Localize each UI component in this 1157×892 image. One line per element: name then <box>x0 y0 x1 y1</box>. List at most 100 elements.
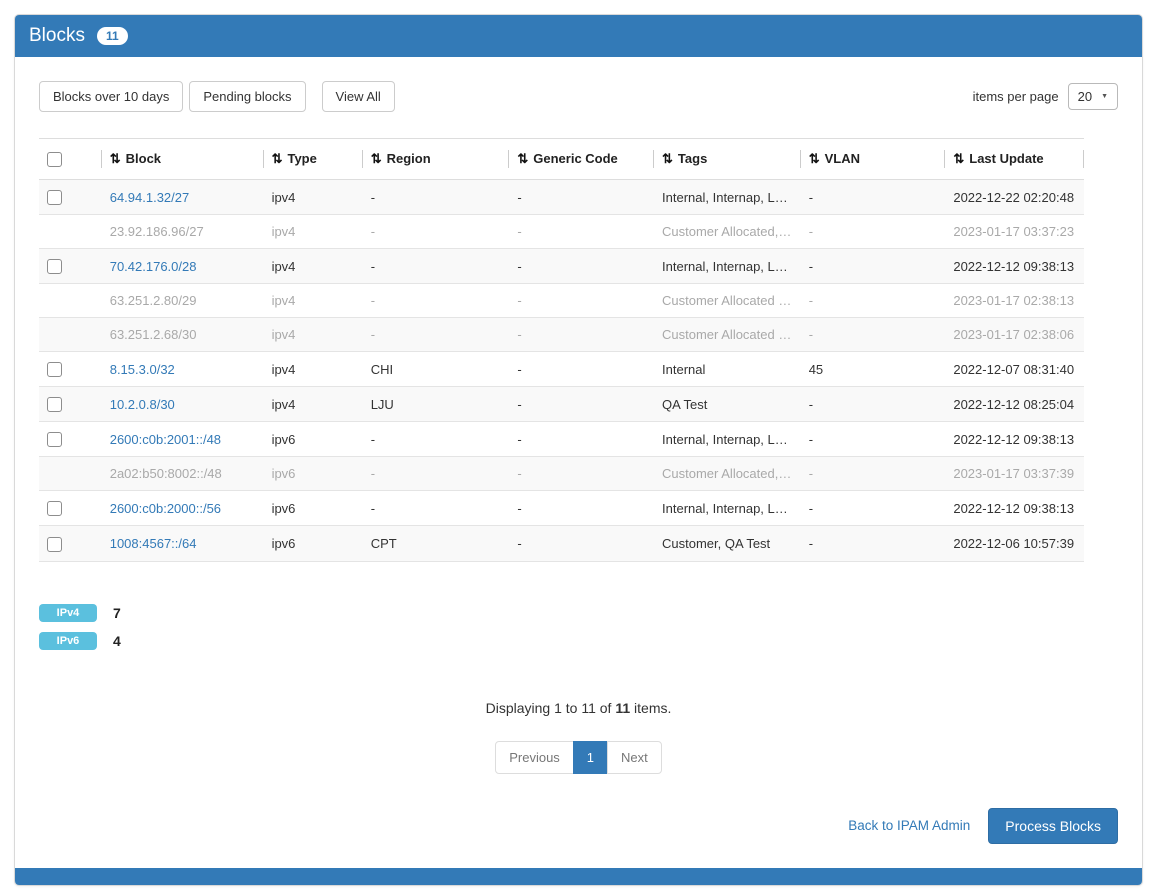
back-to-ipam-admin-link[interactable]: Back to IPAM Admin <box>848 818 970 833</box>
pending-blocks-button[interactable]: Pending blocks <box>189 81 305 112</box>
type-cell: ipv4 <box>264 284 363 318</box>
generic-code-cell: - <box>509 318 654 352</box>
generic-code-cell: - <box>509 422 654 457</box>
region-cell: - <box>363 457 510 491</box>
row-checkbox-cell <box>39 526 102 561</box>
sort-icon: ⇅ <box>809 151 820 166</box>
view-all-button[interactable]: View All <box>322 81 395 112</box>
column-header-tags[interactable]: ⇅Tags <box>654 139 801 180</box>
last-update-cell: 2023-01-17 03:37:39 <box>945 457 1084 491</box>
tags-cell: Internal <box>654 352 801 387</box>
block-cell: 70.42.176.0/28 <box>102 249 264 284</box>
region-cell: CHI <box>363 352 510 387</box>
page-1-button[interactable]: 1 <box>573 741 608 774</box>
block-link[interactable]: 8.15.3.0/32 <box>110 362 175 377</box>
display-info-prefix: Displaying 1 to 11 of <box>486 700 612 716</box>
items-per-page-label: items per page <box>973 89 1059 104</box>
type-cell: ipv4 <box>264 387 363 422</box>
ipv4-summary-row: IPv4 7 <box>39 604 1118 622</box>
block-link[interactable]: 2600:c0b:2000::/56 <box>110 501 221 516</box>
row-checkbox[interactable] <box>47 537 62 552</box>
row-checkbox[interactable] <box>47 259 62 274</box>
row-checkbox[interactable] <box>47 190 62 205</box>
generic-code-cell: - <box>509 457 654 491</box>
sort-icon: ⇅ <box>272 151 283 166</box>
last-update-cell: 2023-01-17 02:38:13 <box>945 284 1084 318</box>
column-header-block[interactable]: ⇅Block <box>102 139 264 180</box>
vlan-cell: - <box>801 215 946 249</box>
row-checkbox-cell <box>39 180 102 215</box>
select-all-header-cell <box>39 139 102 180</box>
row-checkbox-cell <box>39 491 102 526</box>
display-info-total: 11 <box>615 700 630 716</box>
footer-actions: Back to IPAM Admin Process Blocks <box>39 808 1118 844</box>
table-row: 1008:4567::/64ipv6CPT-Customer, QA Test-… <box>39 526 1084 561</box>
table-row: 63.251.2.68/30ipv4--Customer Allocated I… <box>39 318 1084 352</box>
caret-down-icon: ▼ <box>1101 93 1108 100</box>
table-row: 70.42.176.0/28ipv4--Internal, Internap, … <box>39 249 1084 284</box>
column-header-region[interactable]: ⇅Region <box>363 139 510 180</box>
block-link[interactable]: 10.2.0.8/30 <box>110 397 175 412</box>
ipv6-badge: IPv6 <box>39 632 97 650</box>
region-cell: - <box>363 180 510 215</box>
column-header-vlan[interactable]: ⇅VLAN <box>801 139 946 180</box>
block-link[interactable]: 64.94.1.32/27 <box>110 190 190 205</box>
tags-cell: Customer, QA Test <box>654 526 801 561</box>
toolbar: Blocks over 10 days Pending blocks View … <box>39 81 1118 112</box>
row-checkbox[interactable] <box>47 397 62 412</box>
vlan-cell: - <box>801 284 946 318</box>
type-cell: ipv6 <box>264 422 363 457</box>
table-row: 63.251.2.80/29ipv4--Customer Allocated I… <box>39 284 1084 318</box>
blocks-over-10-days-button[interactable]: Blocks over 10 days <box>39 81 183 112</box>
generic-code-cell: - <box>509 249 654 284</box>
sort-icon: ⇅ <box>953 151 964 166</box>
display-info-suffix: items. <box>634 700 671 716</box>
type-summary: IPv4 7 IPv6 4 <box>39 604 1118 650</box>
row-checkbox-cell <box>39 249 102 284</box>
last-update-cell: 2022-12-12 09:38:13 <box>945 422 1084 457</box>
ipv6-summary-row: IPv6 4 <box>39 632 1118 650</box>
page-title: Blocks <box>29 25 85 47</box>
process-blocks-button[interactable]: Process Blocks <box>988 808 1118 844</box>
block-cell: 63.251.2.68/30 <box>102 318 264 352</box>
items-per-page-value: 20 <box>1078 89 1092 104</box>
last-update-cell: 2022-12-06 10:57:39 <box>945 526 1084 561</box>
block-link[interactable]: 2600:c0b:2001::/48 <box>110 432 221 447</box>
block-link[interactable]: 1008:4567::/64 <box>110 536 197 551</box>
items-per-page-select[interactable]: 20 ▼ <box>1068 83 1118 110</box>
type-cell: ipv6 <box>264 457 363 491</box>
type-cell: ipv6 <box>264 526 363 561</box>
tags-cell: Internal, Internap, LAN <box>654 422 801 457</box>
generic-code-cell: - <box>509 491 654 526</box>
column-header-generic-code[interactable]: ⇅Generic Code <box>509 139 654 180</box>
row-checkbox-cell <box>39 284 102 318</box>
block-cell: 8.15.3.0/32 <box>102 352 264 387</box>
row-checkbox[interactable] <box>47 501 62 516</box>
table-row: 23.92.186.96/27ipv4--Customer Allocated,… <box>39 215 1084 249</box>
region-cell: - <box>363 249 510 284</box>
column-header-last-update[interactable]: ⇅Last Update <box>945 139 1084 180</box>
sort-icon: ⇅ <box>517 151 528 166</box>
tags-cell: Internal, Internap, LAN <box>654 180 801 215</box>
region-cell: LJU <box>363 387 510 422</box>
last-update-cell: 2022-12-22 02:20:48 <box>945 180 1084 215</box>
row-checkbox[interactable] <box>47 362 62 377</box>
next-page-button[interactable]: Next <box>607 741 662 774</box>
select-all-checkbox[interactable] <box>47 152 62 167</box>
table-row: 10.2.0.8/30ipv4LJU-QA Test-2022-12-12 08… <box>39 387 1084 422</box>
last-update-cell: 2022-12-07 08:31:40 <box>945 352 1084 387</box>
row-checkbox[interactable] <box>47 432 62 447</box>
block-cell: 1008:4567::/64 <box>102 526 264 561</box>
table-header-row: ⇅Block⇅Type⇅Region⇅Generic Code⇅Tags⇅VLA… <box>39 139 1084 180</box>
last-update-cell: 2023-01-17 02:38:06 <box>945 318 1084 352</box>
tags-cell: Customer Allocated, I... <box>654 215 801 249</box>
pagination: Previous 1 Next <box>39 741 1118 774</box>
previous-page-button[interactable]: Previous <box>495 741 574 774</box>
vlan-cell: - <box>801 491 946 526</box>
ipv4-badge: IPv4 <box>39 604 97 622</box>
region-cell: - <box>363 491 510 526</box>
block-link[interactable]: 70.42.176.0/28 <box>110 259 197 274</box>
vlan-cell: - <box>801 422 946 457</box>
column-header-type[interactable]: ⇅Type <box>264 139 363 180</box>
region-cell: - <box>363 318 510 352</box>
